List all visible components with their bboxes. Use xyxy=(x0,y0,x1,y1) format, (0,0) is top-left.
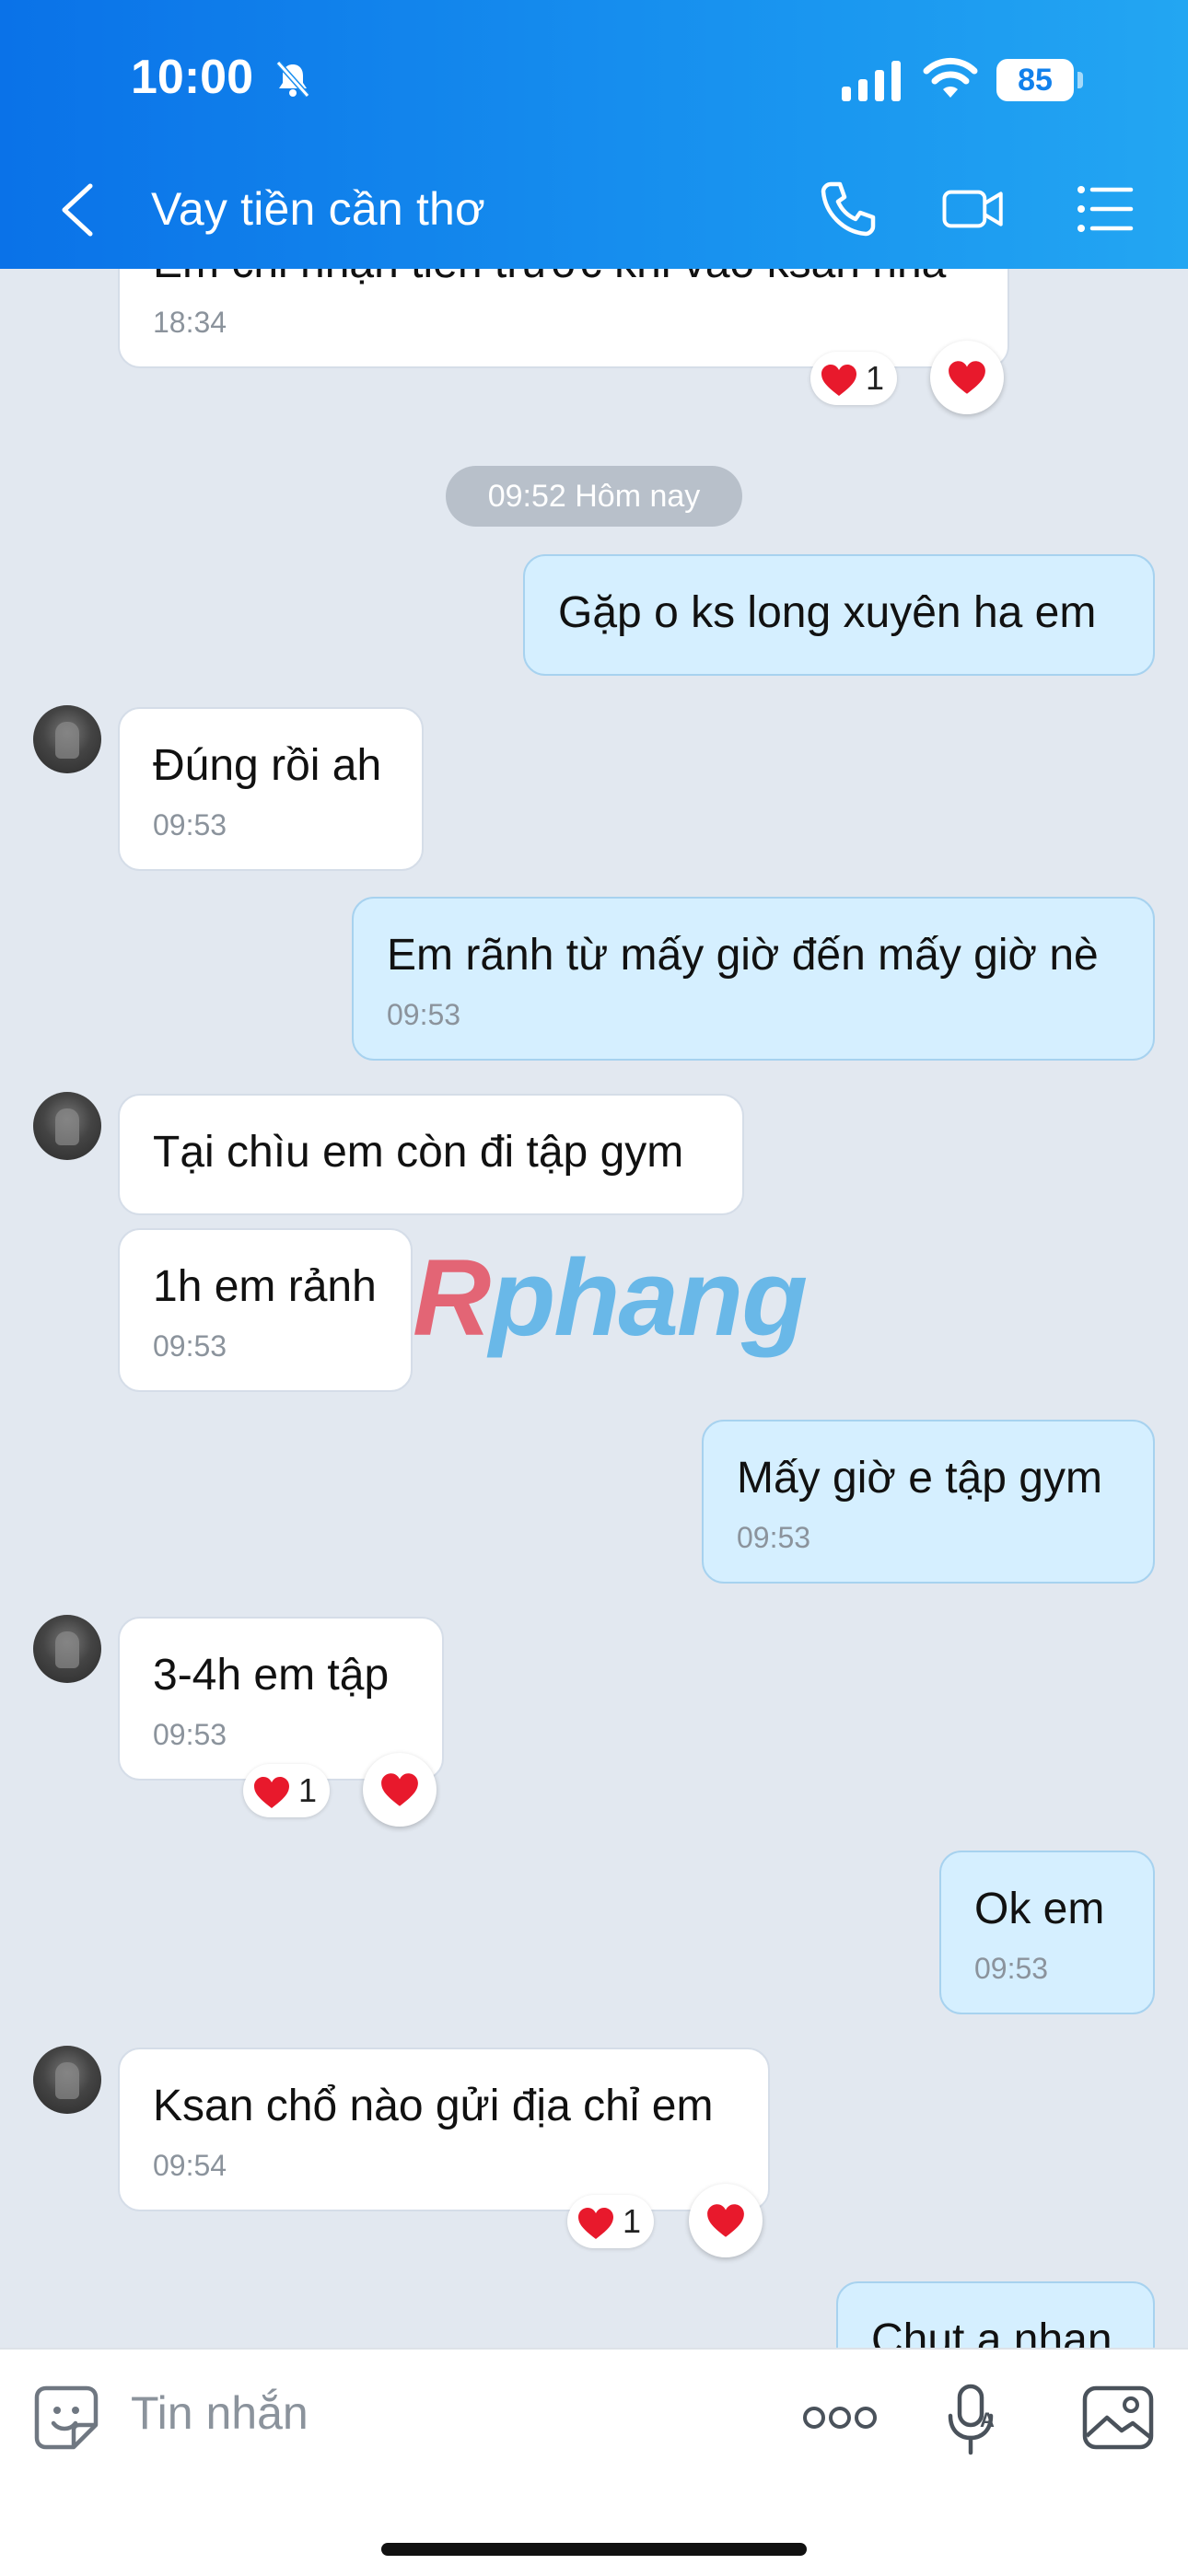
status-time: 10:00 xyxy=(131,51,253,104)
message-time: 09:54 xyxy=(153,2149,227,2182)
message-bubble-incoming[interactable]: Đúng rồi ah 09:53 xyxy=(118,707,424,871)
heart-icon xyxy=(381,1773,418,1806)
message-bubble-outgoing[interactable]: Ok em 09:53 xyxy=(939,1851,1155,2014)
battery-indicator: 85 xyxy=(996,59,1085,101)
message-text: Ok em xyxy=(974,1885,1105,1933)
list-menu-icon[interactable] xyxy=(1074,177,1138,241)
react-button[interactable] xyxy=(363,1753,437,1827)
signal-icon xyxy=(842,61,901,101)
avatar[interactable] xyxy=(33,1615,101,1683)
heart-icon xyxy=(254,1777,289,1809)
message-bubble-incoming[interactable]: Ksan chổ nào gửi địa chỉ em 09:54 xyxy=(118,2048,770,2211)
avatar[interactable] xyxy=(33,705,101,773)
message-time: 09:53 xyxy=(974,1952,1049,1985)
back-arrow-icon[interactable] xyxy=(55,180,99,239)
date-separator: 09:52 Hôm nay xyxy=(446,466,742,527)
react-button[interactable] xyxy=(689,2184,763,2257)
message-text: Mấy giờ e tập gym xyxy=(737,1454,1102,1503)
phone-icon[interactable] xyxy=(816,177,880,241)
message-text: 1h em rảnh xyxy=(153,1262,377,1311)
battery-level: 85 xyxy=(996,59,1074,101)
message-bubble-outgoing[interactable]: Em rãnh từ mấy giờ đến mấy giờ nè 09:53 xyxy=(352,897,1155,1061)
reaction-summary[interactable]: 1 xyxy=(567,2195,655,2248)
react-button[interactable] xyxy=(930,341,1004,414)
heart-icon xyxy=(578,2208,613,2240)
message-text: Tại chìu em còn đi tập gym xyxy=(153,1128,684,1177)
message-text: 3-4h em tập xyxy=(153,1651,390,1700)
video-call-icon[interactable] xyxy=(941,177,1006,241)
wifi-icon xyxy=(923,57,978,98)
message-bubble-incoming[interactable]: 1h em rảnh 09:53 xyxy=(118,1228,413,1392)
voice-to-text-icon[interactable]: A xyxy=(945,2383,1004,2456)
message-text: Ksan chổ nào gửi địa chỉ em xyxy=(153,2082,714,2130)
heart-icon xyxy=(949,361,985,394)
watermark-r: R xyxy=(413,1237,491,1359)
message-input-bar: Tin nhắn A xyxy=(0,2348,1188,2576)
message-time: 09:53 xyxy=(737,1521,811,1554)
reaction-count: 1 xyxy=(866,359,885,397)
battery-tip xyxy=(1077,72,1083,88)
bell-muted-icon xyxy=(275,61,310,98)
watermark: Rphang xyxy=(413,1236,808,1361)
watermark-rest: phang xyxy=(489,1237,808,1359)
heart-icon xyxy=(821,365,856,397)
reaction-summary[interactable]: 1 xyxy=(243,1764,331,1817)
message-text: Đúng rồi ah xyxy=(153,741,382,790)
image-icon[interactable] xyxy=(1081,2385,1155,2451)
avatar[interactable] xyxy=(33,1092,101,1160)
more-icon[interactable] xyxy=(801,2401,879,2434)
message-time: 18:34 xyxy=(153,306,227,339)
message-text: Em rãnh từ mấy giờ đến mấy giờ nè xyxy=(387,931,1099,980)
message-bubble-outgoing[interactable]: Mấy giờ e tập gym 09:53 xyxy=(702,1420,1155,1584)
sticker-icon[interactable] xyxy=(33,2385,99,2451)
home-indicator xyxy=(381,2543,807,2556)
avatar[interactable] xyxy=(33,2046,101,2114)
message-time: 09:53 xyxy=(153,1718,227,1751)
reaction-summary[interactable]: 1 xyxy=(810,352,898,405)
message-bubble-outgoing[interactable]: Gặp o ks long xuyên ha em xyxy=(523,554,1155,676)
heart-icon xyxy=(707,2204,744,2237)
reaction-count: 1 xyxy=(298,1771,318,1809)
chat-header: 10:00 85 Vay tiền cần thơ xyxy=(0,0,1188,269)
message-bubble-incoming[interactable]: Tại chìu em còn đi tập gym xyxy=(118,1094,744,1215)
message-text: Gặp o ks long xuyên ha em xyxy=(558,588,1097,637)
reaction-count: 1 xyxy=(623,2202,642,2240)
message-time: 09:53 xyxy=(153,808,227,841)
svg-text:A: A xyxy=(980,2408,995,2431)
message-input[interactable]: Tin nhắn xyxy=(131,2386,309,2440)
chat-title[interactable]: Vay tiền cần thơ xyxy=(151,182,485,236)
message-time: 09:53 xyxy=(153,1329,227,1363)
message-time: 09:53 xyxy=(387,998,461,1031)
